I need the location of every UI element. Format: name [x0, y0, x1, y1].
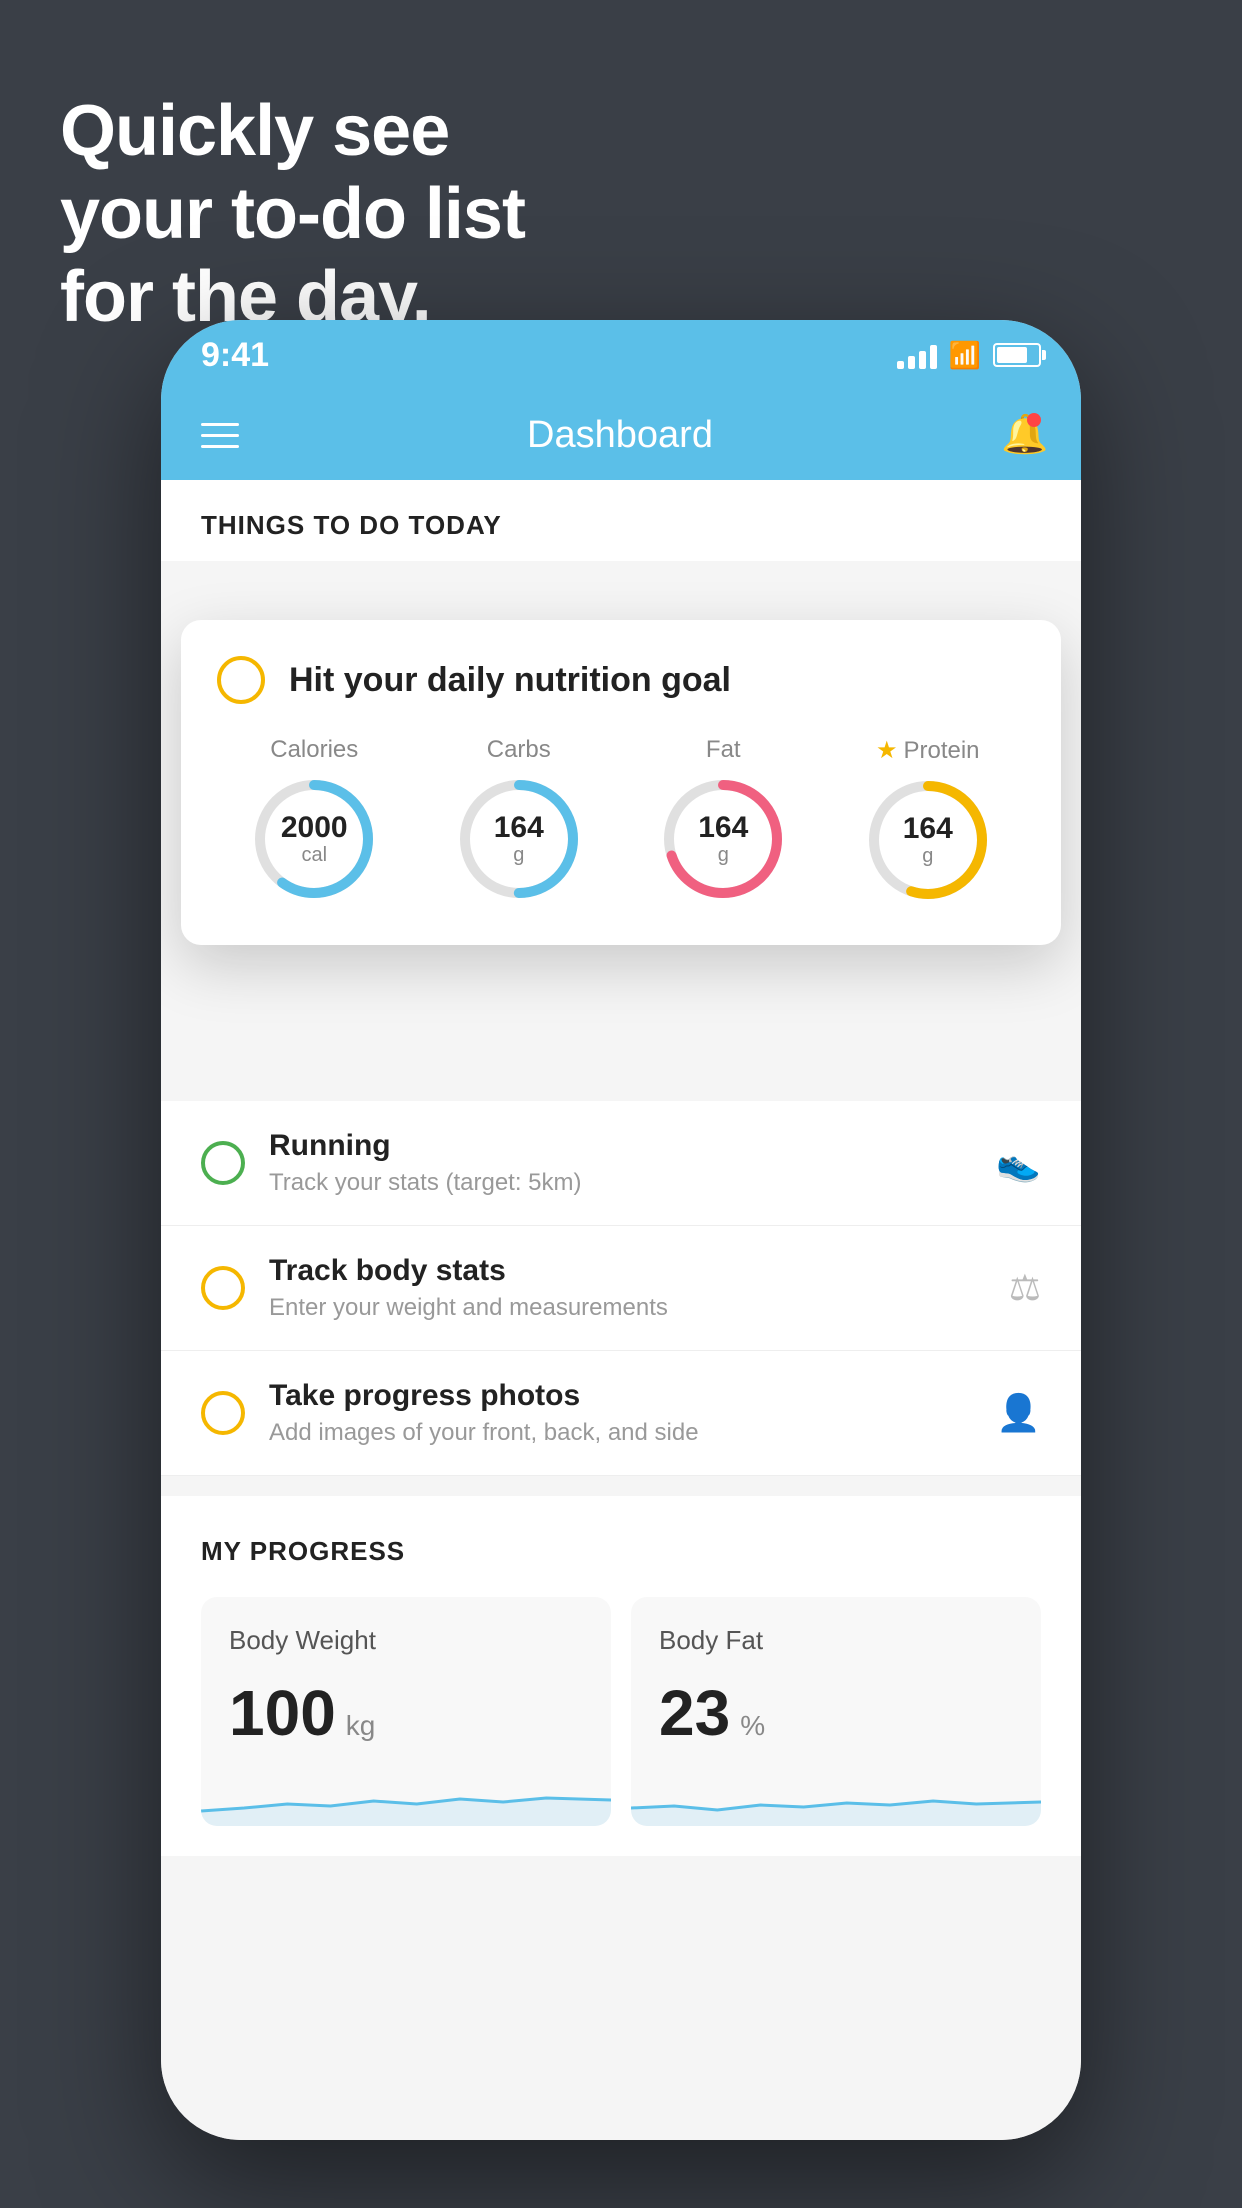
nav-bar: Dashboard 🔔 — [161, 390, 1081, 480]
battery-icon — [993, 343, 1041, 367]
nav-title: Dashboard — [527, 414, 713, 457]
protein-value: 164 — [903, 812, 953, 845]
nutrition-stats: Calories 2000 cal — [217, 736, 1025, 905]
scale-icon: ⚖ — [1009, 1267, 1041, 1309]
progress-title: MY PROGRESS — [201, 1536, 1041, 1567]
calories-ring: 2000 cal — [249, 774, 379, 904]
running-icon: 👟 — [996, 1142, 1041, 1184]
body-weight-value-container: 100 kg — [229, 1676, 583, 1750]
task-progress-photos-name: Take progress photos — [269, 1379, 972, 1413]
body-weight-title: Body Weight — [229, 1625, 583, 1656]
task-progress-photos-desc: Add images of your front, back, and side — [269, 1419, 972, 1447]
body-weight-chart — [201, 1766, 611, 1826]
task-running-desc: Track your stats (target: 5km) — [269, 1169, 972, 1197]
task-body-stats-content: Track body stats Enter your weight and m… — [269, 1254, 985, 1322]
task-list: Running Track your stats (target: 5km) 👟… — [161, 1101, 1081, 1476]
stat-fat-label: Fat — [706, 736, 741, 764]
signal-icon — [897, 341, 937, 369]
stat-carbs-label: Carbs — [487, 736, 551, 764]
stat-protein: ★ Protein 164 g — [863, 736, 993, 905]
body-weight-number: 100 — [229, 1676, 336, 1750]
task-running-name: Running — [269, 1129, 972, 1163]
status-icons: 📶 — [897, 340, 1041, 371]
task-progress-photos-content: Take progress photos Add images of your … — [269, 1379, 972, 1447]
hero-text: Quickly see your to-do list for the day. — [60, 90, 525, 338]
things-to-do-header: THINGS TO DO TODAY — [161, 480, 1081, 561]
task-body-stats-name: Track body stats — [269, 1254, 985, 1288]
task-body-stats-circle — [201, 1266, 245, 1310]
carbs-ring: 164 g — [454, 774, 584, 904]
wifi-icon: 📶 — [949, 340, 981, 371]
section-title: THINGS TO DO TODAY — [201, 510, 502, 540]
task-running-circle — [201, 1141, 245, 1185]
my-progress-section: MY PROGRESS Body Weight 100 kg — [161, 1496, 1081, 1856]
app-content: THINGS TO DO TODAY Hit your daily nutrit… — [161, 480, 1081, 2140]
nutrition-card-header: Hit your daily nutrition goal — [217, 656, 1025, 704]
stat-protein-label: ★ Protein — [876, 736, 980, 765]
stat-calories: Calories 2000 cal — [249, 736, 379, 905]
stat-calories-label: Calories — [270, 736, 358, 764]
person-icon: 👤 — [996, 1392, 1041, 1434]
task-running-content: Running Track your stats (target: 5km) — [269, 1129, 972, 1197]
task-body-stats-desc: Enter your weight and measurements — [269, 1294, 985, 1322]
body-fat-card[interactable]: Body Fat 23 % — [631, 1597, 1041, 1826]
nutrition-status-circle — [217, 656, 265, 704]
protein-ring: 164 g — [863, 775, 993, 905]
star-icon: ★ — [876, 736, 898, 765]
task-body-stats[interactable]: Track body stats Enter your weight and m… — [161, 1226, 1081, 1351]
notification-bell[interactable]: 🔔 — [1001, 413, 1041, 457]
body-weight-unit: kg — [346, 1710, 376, 1742]
fat-value: 164 — [698, 811, 748, 844]
progress-cards: Body Weight 100 kg Bo — [201, 1597, 1041, 1826]
nutrition-card[interactable]: Hit your daily nutrition goal Calories — [181, 620, 1061, 945]
task-progress-photos[interactable]: Take progress photos Add images of your … — [161, 1351, 1081, 1476]
carbs-value: 164 — [494, 811, 544, 844]
fat-unit: g — [698, 844, 748, 867]
stat-carbs: Carbs 164 g — [454, 736, 584, 905]
notification-dot — [1027, 413, 1041, 427]
task-progress-photos-circle — [201, 1391, 245, 1435]
status-bar: 9:41 📶 — [161, 320, 1081, 390]
fat-ring: 164 g — [658, 774, 788, 904]
status-time: 9:41 — [201, 336, 269, 375]
body-fat-chart — [631, 1766, 1041, 1826]
body-fat-title: Body Fat — [659, 1625, 1013, 1656]
phone-mockup: 9:41 📶 Dashboard 🔔 — [161, 320, 1081, 2140]
calories-unit: cal — [281, 844, 348, 867]
body-weight-card[interactable]: Body Weight 100 kg — [201, 1597, 611, 1826]
stat-fat: Fat 164 g — [658, 736, 788, 905]
body-fat-unit: % — [740, 1710, 765, 1742]
calories-value: 2000 — [281, 811, 348, 844]
hamburger-menu[interactable] — [201, 423, 239, 448]
carbs-unit: g — [494, 844, 544, 867]
nutrition-card-title: Hit your daily nutrition goal — [289, 661, 731, 700]
body-fat-number: 23 — [659, 1676, 730, 1750]
body-fat-value-container: 23 % — [659, 1676, 1013, 1750]
protein-unit: g — [903, 845, 953, 868]
task-running[interactable]: Running Track your stats (target: 5km) 👟 — [161, 1101, 1081, 1226]
